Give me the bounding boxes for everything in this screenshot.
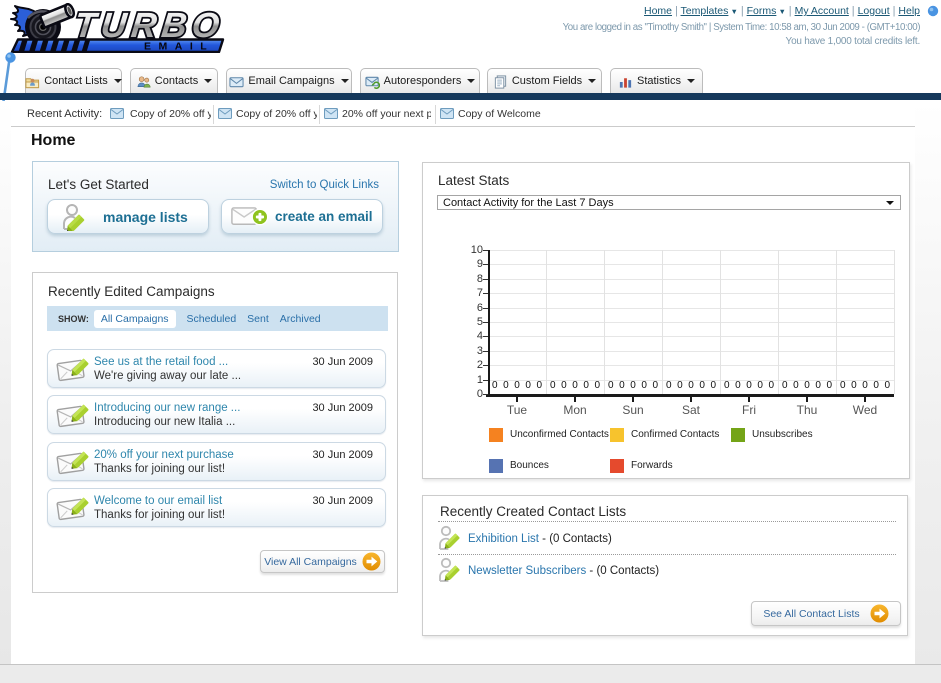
svg-text:EMAIL: EMAIL xyxy=(144,41,214,53)
